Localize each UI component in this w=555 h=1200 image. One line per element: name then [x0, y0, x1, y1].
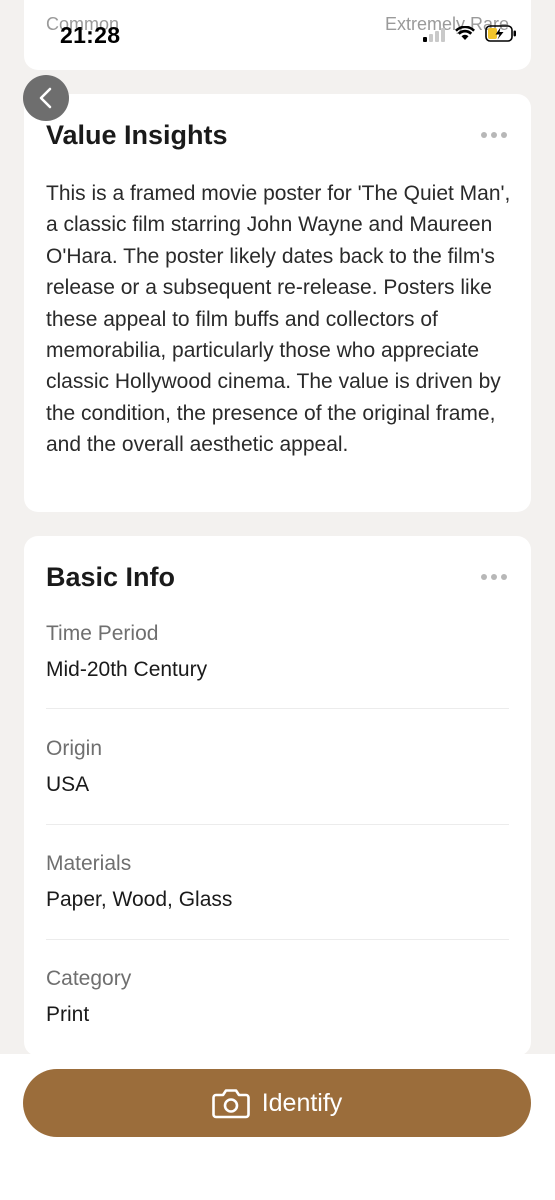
value-insights-title: Value Insights	[46, 120, 228, 150]
value-insights-card: Value Insights This is a framed movie po…	[24, 94, 531, 512]
info-value: Mid-20th Century	[46, 658, 208, 681]
divider	[46, 708, 509, 709]
more-options-icon[interactable]	[481, 132, 507, 138]
info-value: Print	[46, 1003, 90, 1026]
info-label: Origin	[46, 737, 103, 760]
info-label: Materials	[46, 852, 132, 875]
status-time: 21:28	[60, 22, 121, 48]
back-button[interactable]	[23, 75, 69, 121]
identify-button[interactable]: Identify	[23, 1069, 531, 1137]
status-icons	[423, 25, 517, 42]
status-bar: 21:28	[0, 0, 555, 60]
divider	[46, 824, 509, 825]
divider	[46, 939, 509, 940]
wifi-icon	[455, 26, 475, 40]
basic-info-title: Basic Info	[46, 562, 176, 592]
cellular-signal-icon	[423, 26, 445, 42]
info-label: Category	[46, 967, 132, 990]
identify-label: Identify	[261, 1088, 343, 1117]
info-value: Paper, Wood, Glass	[46, 888, 233, 911]
info-row-materials: Materials Paper, Wood, Glass	[46, 852, 509, 912]
info-value: USA	[46, 773, 90, 796]
basic-info-card: Basic Info Time Period Mid-20th Century …	[24, 536, 531, 1056]
more-options-icon[interactable]	[481, 574, 507, 580]
camera-icon	[211, 1089, 250, 1119]
info-row-time-period: Time Period Mid-20th Century	[46, 622, 509, 682]
info-row-origin: Origin USA	[46, 737, 509, 797]
value-insights-text: This is a framed movie poster for 'The Q…	[46, 182, 511, 457]
chevron-left-icon	[39, 87, 52, 109]
info-label: Time Period	[46, 622, 159, 645]
info-row-category: Category Print	[46, 967, 509, 1027]
battery-charging-icon	[485, 25, 516, 42]
